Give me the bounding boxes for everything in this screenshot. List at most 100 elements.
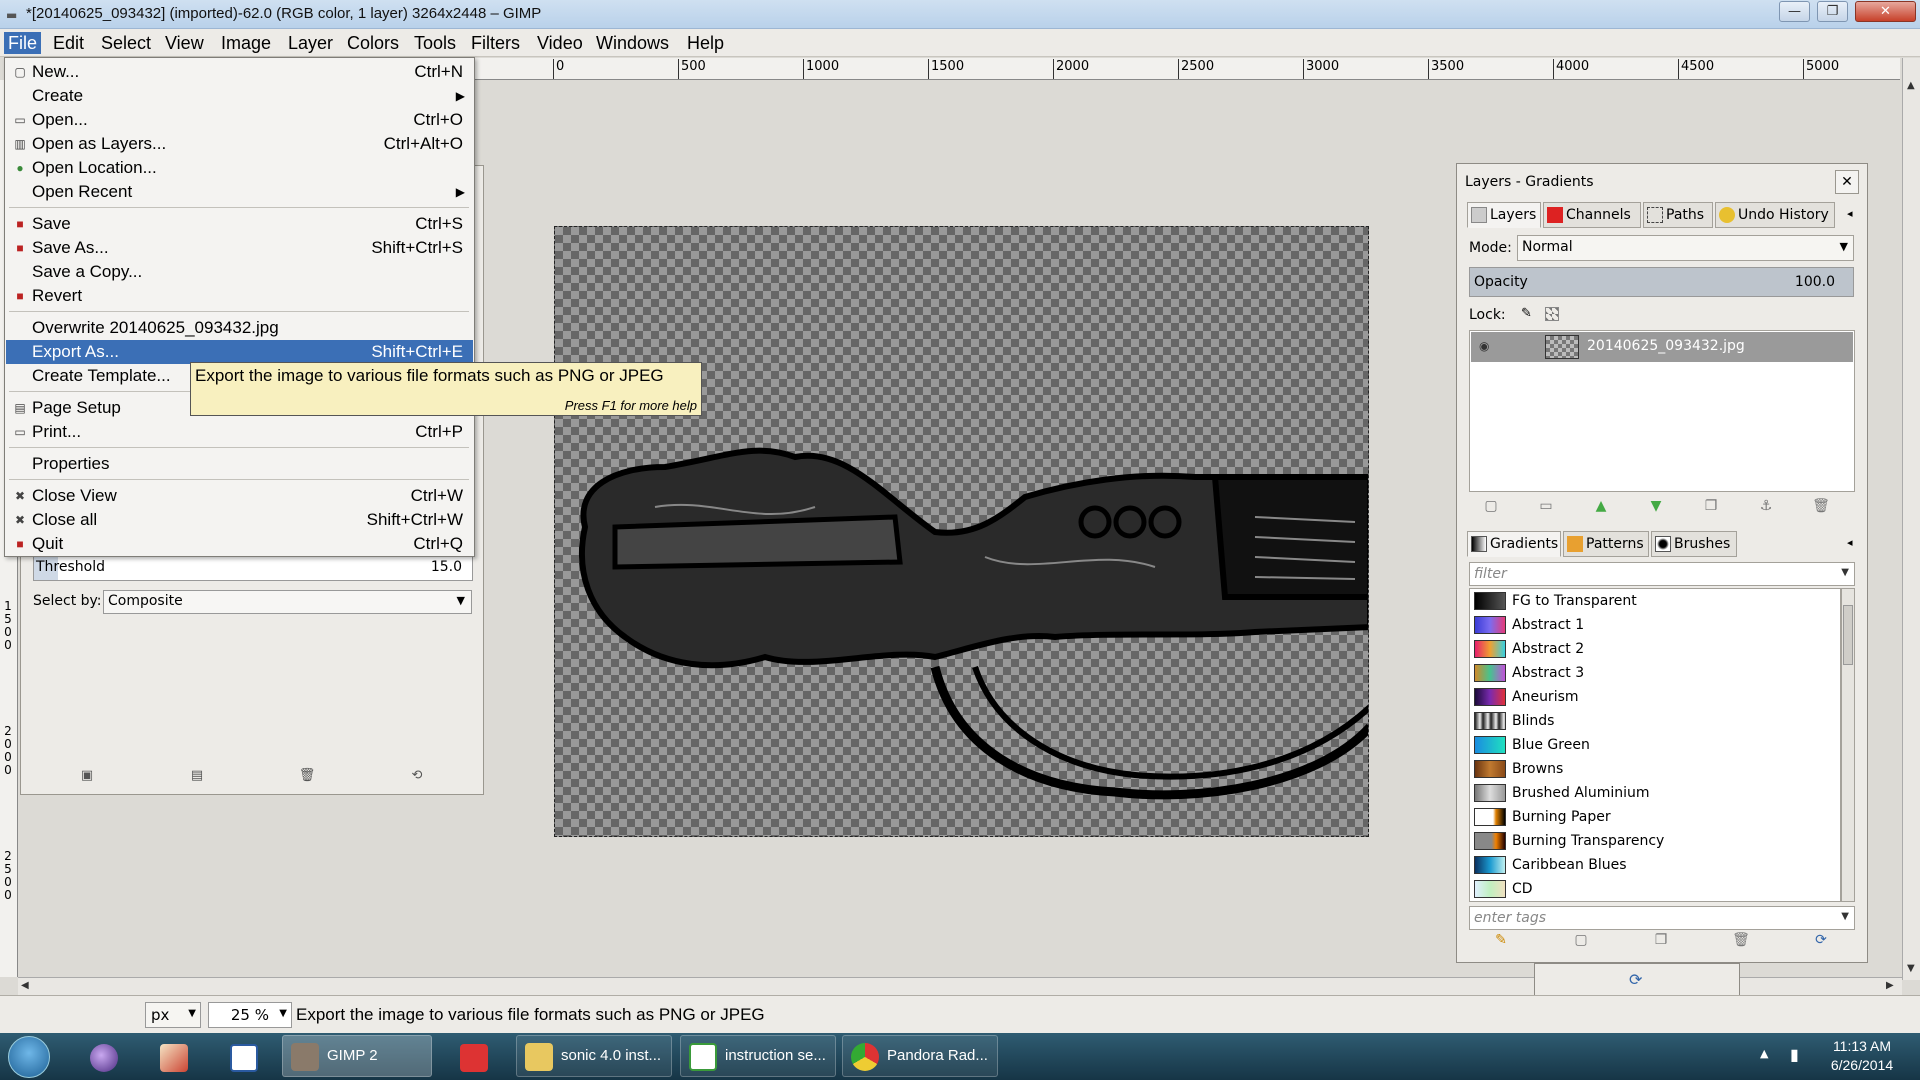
anchor-layer-icon[interactable]: ⚓ [1756, 498, 1776, 516]
tab-patterns[interactable]: Patterns [1563, 531, 1649, 557]
delete-layer-icon[interactable]: 🗑 [1811, 498, 1831, 516]
list-item[interactable]: Abstract 1 [1470, 613, 1840, 637]
scroll-right-icon[interactable]: ▶ [1886, 980, 1894, 991]
list-item[interactable]: Burning Paper [1470, 805, 1840, 829]
lock-alpha-icon[interactable] [1545, 307, 1559, 321]
menu-properties[interactable]: Properties [6, 452, 473, 476]
tray-expand-icon[interactable]: ▲ [1760, 1047, 1768, 1060]
menu-colors[interactable]: Colors [343, 32, 403, 54]
reset-icon[interactable]: ⟲ [408, 768, 426, 784]
raise-layer-icon[interactable]: ▲ [1591, 498, 1611, 516]
maximize-button[interactable]: ❐ [1817, 1, 1848, 22]
menu-save-copy[interactable]: Save a Copy... [6, 260, 473, 284]
list-item[interactable]: Caribbean Blues [1470, 853, 1840, 877]
menu-create[interactable]: Create ▶ [6, 84, 473, 108]
menu-image[interactable]: Image [217, 32, 275, 54]
menu-print[interactable]: ▭ Print... Ctrl+P [6, 420, 473, 444]
menu-file[interactable]: File [4, 32, 42, 54]
scroll-up-icon[interactable]: ▲ [1907, 80, 1915, 91]
list-item[interactable]: FG to Transparent [1470, 589, 1840, 613]
lower-layer-icon[interactable]: ▼ [1646, 498, 1666, 516]
select-by-combo[interactable]: Composite ▼ [103, 590, 472, 614]
gradient-list[interactable]: FG to Transparent Abstract 1 Abstract 2 … [1469, 588, 1841, 902]
layer-row[interactable]: ◉ 20140625_093432.jpg [1471, 332, 1853, 362]
menu-open-location[interactable]: ● Open Location... [6, 156, 473, 180]
taskbar-chrome[interactable]: Pandora Rad... [842, 1035, 998, 1077]
list-item[interactable]: Abstract 3 [1470, 661, 1840, 685]
tags-input[interactable]: enter tags ▼ [1469, 906, 1855, 930]
minimize-button[interactable]: — [1779, 1, 1810, 22]
delete-gradient-icon[interactable]: 🗑 [1731, 932, 1751, 950]
menu-view[interactable]: View [161, 32, 208, 54]
list-item[interactable]: Browns [1470, 757, 1840, 781]
menu-revert[interactable]: ■ Revert [6, 284, 473, 308]
opacity-slider[interactable]: Opacity 100.0 [1469, 267, 1854, 297]
menu-open-as-layers[interactable]: ▥ Open as Layers... Ctrl+Alt+O [6, 132, 473, 156]
menu-select[interactable]: Select [97, 32, 155, 54]
dock-close-button[interactable]: ✕ [1835, 170, 1859, 194]
pinned-app[interactable] [452, 1037, 498, 1077]
scroll-left-icon[interactable]: ◀ [21, 980, 29, 991]
menu-export-as[interactable]: Export As... Shift+Ctrl+E [6, 340, 473, 364]
menu-windows[interactable]: Windows [592, 32, 673, 54]
new-layer-group-icon[interactable]: ▭ [1536, 498, 1556, 516]
new-gradient-icon[interactable]: ▢ [1571, 932, 1591, 950]
menu-layer[interactable]: Layer [284, 32, 337, 54]
lock-pixels-icon[interactable]: ✎ [1521, 306, 1532, 321]
refresh-gradients-icon[interactable]: ⟳ [1811, 932, 1831, 950]
menu-save-as[interactable]: ■ Save As... Shift+Ctrl+S [6, 236, 473, 260]
menu-filters[interactable]: Filters [467, 32, 524, 54]
duplicate-gradient-icon[interactable]: ❐ [1651, 932, 1671, 950]
gradient-list-scrollbar[interactable] [1841, 588, 1855, 902]
list-item[interactable]: Blinds [1470, 709, 1840, 733]
taskbar-spreadsheet[interactable]: instruction se... [680, 1035, 836, 1077]
menu-close-view[interactable]: ✖ Close View Ctrl+W [6, 484, 473, 508]
start-button[interactable] [8, 1036, 50, 1078]
pinned-app[interactable] [152, 1037, 198, 1077]
clock[interactable]: 11:13 AM 6/26/2014 [1817, 1037, 1907, 1075]
gradient-filter-input[interactable]: filter ▼ [1469, 562, 1855, 586]
menu-help[interactable]: Help [683, 32, 728, 54]
list-item[interactable]: Abstract 2 [1470, 637, 1840, 661]
menu-video[interactable]: Video [533, 32, 587, 54]
pinned-app[interactable] [82, 1037, 128, 1077]
tab-channels[interactable]: Channels [1543, 202, 1641, 228]
edit-gradient-icon[interactable]: ✎ [1491, 932, 1511, 950]
unit-combo[interactable]: px ▼ [145, 1002, 201, 1028]
list-item[interactable]: CD [1470, 877, 1840, 901]
taskbar-folder[interactable]: sonic 4.0 inst... [516, 1035, 672, 1077]
delete-preset-icon[interactable]: 🗑 [298, 768, 316, 784]
mode-combo[interactable]: Normal ▼ [1517, 235, 1854, 261]
menu-open[interactable]: ▭ Open... Ctrl+O [6, 108, 473, 132]
menu-save[interactable]: ■ Save Ctrl+S [6, 212, 473, 236]
layer-list[interactable]: ◉ 20140625_093432.jpg [1469, 330, 1855, 492]
menu-overwrite[interactable]: Overwrite 20140625_093432.jpg [6, 316, 473, 340]
scroll-down-icon[interactable]: ▼ [1907, 963, 1915, 974]
list-item[interactable]: Brushed Aluminium [1470, 781, 1840, 805]
threshold-slider[interactable]: Threshold 15.0 [33, 555, 473, 581]
menu-open-recent[interactable]: Open Recent ▶ [6, 180, 473, 204]
zoom-combo[interactable]: 25 % ▼ [208, 1002, 292, 1028]
menu-close-all[interactable]: ✖ Close all Shift+Ctrl+W [6, 508, 473, 532]
menu-quit[interactable]: ■ Quit Ctrl+Q [6, 532, 473, 556]
taskbar-gimp[interactable]: GIMP 2 [282, 1035, 432, 1077]
tab-menu-icon[interactable]: ◂ [1847, 536, 1853, 549]
menu-new[interactable]: ▢ New... Ctrl+N [6, 60, 473, 84]
duplicate-layer-icon[interactable]: ❐ [1701, 498, 1721, 516]
vertical-scrollbar[interactable]: ▲ ▼ [1902, 58, 1920, 980]
save-preset-icon[interactable]: ▣ [78, 768, 96, 784]
image-canvas[interactable] [554, 226, 1369, 837]
tab-undo-history[interactable]: Undo History [1715, 202, 1835, 228]
close-window-button[interactable]: ✕ [1855, 1, 1916, 22]
menu-edit[interactable]: Edit [49, 32, 88, 54]
tab-menu-icon[interactable]: ◂ [1847, 207, 1853, 220]
menu-tools[interactable]: Tools [410, 32, 460, 54]
battery-icon[interactable]: ▮ [1790, 1045, 1799, 1064]
visibility-eye-icon[interactable]: ◉ [1479, 339, 1489, 353]
list-item[interactable]: Aneurism [1470, 685, 1840, 709]
new-layer-icon[interactable]: ▢ [1481, 498, 1501, 516]
list-item[interactable]: Burning Transparency [1470, 829, 1840, 853]
list-item[interactable]: Blue Green [1470, 733, 1840, 757]
tab-brushes[interactable]: Brushes [1651, 531, 1737, 557]
pinned-app[interactable] [222, 1037, 268, 1077]
